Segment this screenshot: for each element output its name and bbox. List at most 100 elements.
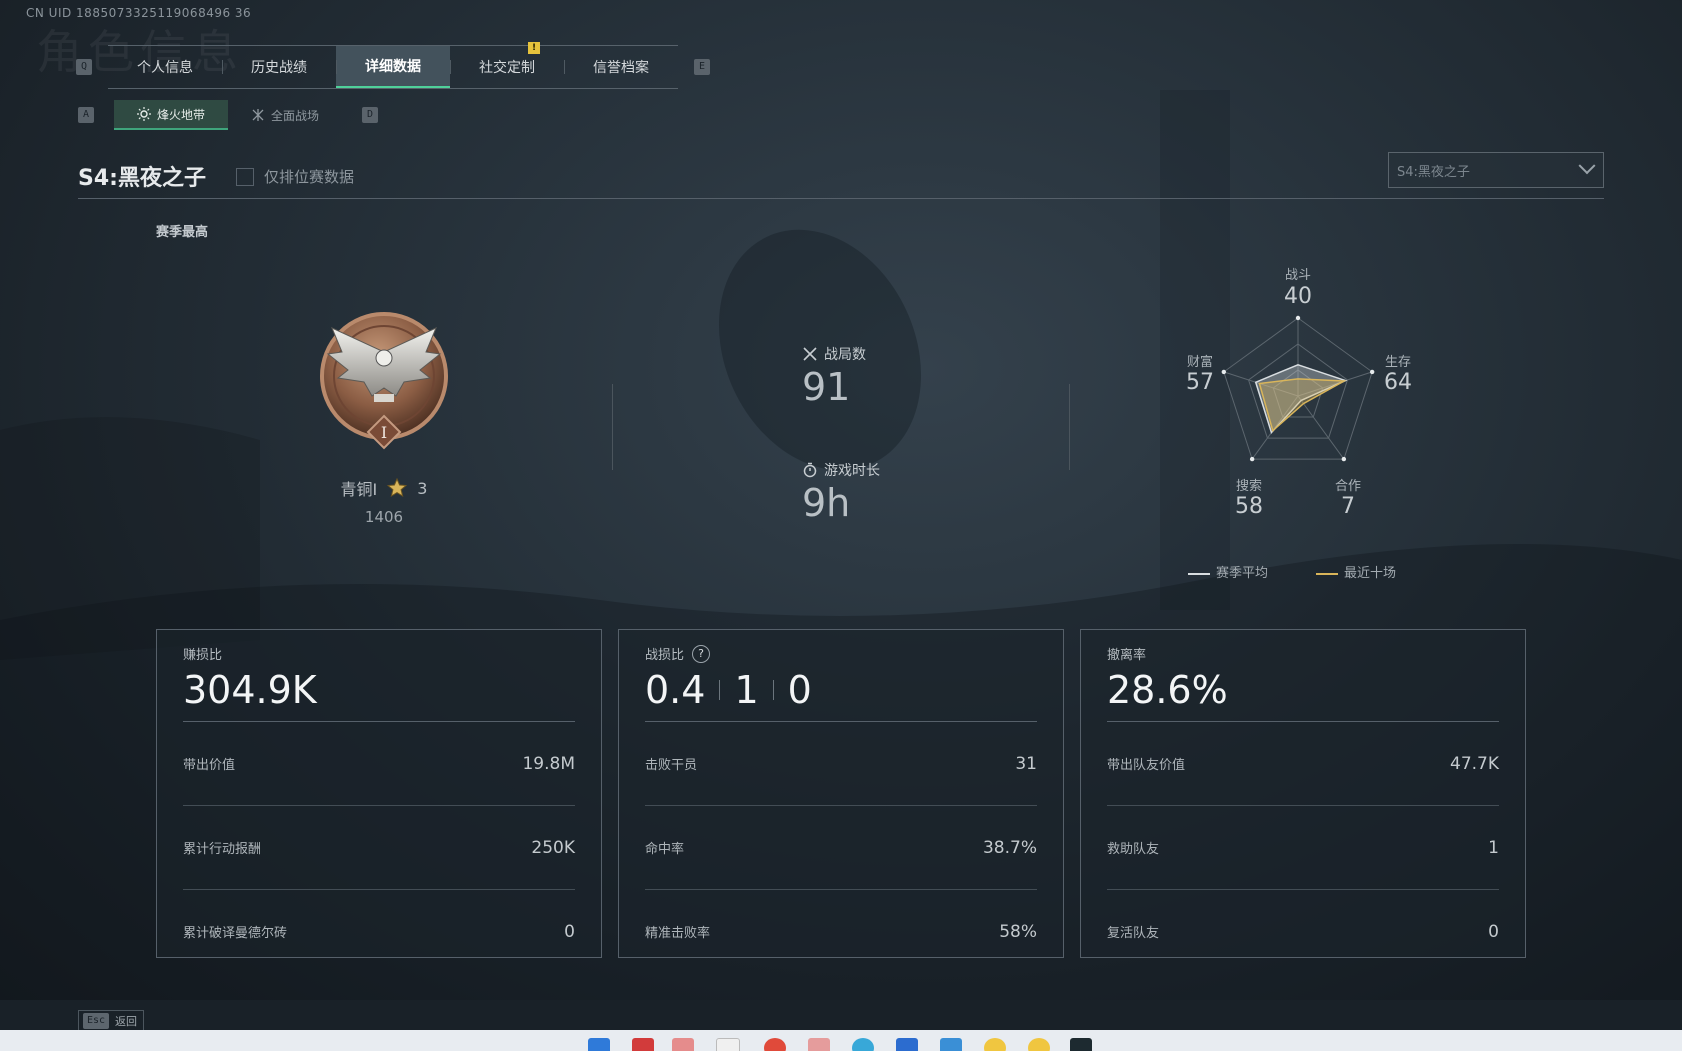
ranked-only-checkbox[interactable] bbox=[236, 167, 254, 186]
divider bbox=[1069, 384, 1070, 470]
tab-label: 历史战绩 bbox=[251, 60, 307, 76]
tab-match-history[interactable]: 历史战绩 bbox=[222, 46, 336, 88]
rank-name-row: 青铜I 3 bbox=[300, 476, 468, 500]
divider bbox=[772, 680, 774, 700]
radar-axis-dot bbox=[1341, 456, 1347, 462]
crossed-arrows-icon bbox=[252, 109, 264, 121]
radar-axis-value: 58 bbox=[1235, 494, 1263, 519]
mode-label: 烽火地带 bbox=[156, 107, 205, 122]
profit-loss-card: 赚损比 304.9K 带出价值 19.8M 累计行动报酬 250K 累计破译曼德尔砖… bbox=[156, 629, 602, 958]
kd-part: 1 bbox=[734, 668, 759, 712]
sun-icon bbox=[136, 107, 151, 121]
ranked-only-label: 仅排位赛数据 bbox=[264, 168, 355, 186]
start-menu-icon[interactable] bbox=[588, 1038, 610, 1051]
radar-axis-label: 财富 bbox=[1186, 355, 1213, 370]
card-main-value: 304.9K bbox=[183, 668, 317, 712]
row-label: 带出价值 bbox=[183, 758, 236, 773]
row-value: 0 bbox=[1488, 921, 1499, 942]
stopwatch-icon bbox=[803, 462, 817, 478]
card-row: 命中率 38.7% bbox=[645, 806, 1037, 890]
legend-label: 赛季平均 bbox=[1216, 566, 1269, 581]
card-title: 撤离率 bbox=[1107, 648, 1147, 663]
row-value: 19.8M bbox=[522, 753, 575, 774]
rank-block: I 青铜I 3 1406 bbox=[300, 308, 468, 526]
tab-mode-extraction[interactable]: 烽火地带 bbox=[114, 100, 228, 130]
kd-ratio-card: 战损比 ? 0.4 1 0 击败干员 31 命中率 38.7% 精准击败率 58% bbox=[618, 629, 1064, 958]
stat-cards: 赚损比 304.9K 带出价值 19.8M 累计行动报酬 250K 累计破译曼德尔砖… bbox=[156, 629, 1526, 958]
browser-icon[interactable] bbox=[764, 1038, 786, 1051]
season-high-label: 赛季最高 bbox=[156, 225, 209, 240]
card-main-value: 0.4 1 0 bbox=[645, 667, 1037, 713]
tab-mode-warfare[interactable]: 全面战场 bbox=[228, 100, 342, 130]
app-icon[interactable] bbox=[716, 1038, 740, 1051]
card-row: 累计破译曼德尔砖 0 bbox=[183, 890, 575, 973]
app-icon[interactable] bbox=[940, 1038, 962, 1051]
help-icon[interactable]: ? bbox=[692, 644, 711, 663]
row-value: 58% bbox=[999, 921, 1037, 942]
app-icon[interactable] bbox=[808, 1038, 830, 1051]
divider bbox=[612, 384, 613, 470]
radar-series-recent-ten bbox=[1258, 378, 1347, 433]
tab-detailed-data[interactable]: 详细数据 bbox=[336, 46, 450, 88]
chevron-down-icon bbox=[1578, 157, 1596, 175]
season-header: S4:黑夜之子 仅排位赛数据 S4:黑夜之子 bbox=[78, 152, 1604, 199]
radar-axis-dot bbox=[1295, 315, 1301, 321]
card-row: 带出队友价值 47.7K bbox=[1107, 722, 1499, 806]
radar-axis-label: 战斗 bbox=[1284, 268, 1311, 283]
row-value: 47.7K bbox=[1450, 753, 1499, 774]
app-icon[interactable] bbox=[984, 1038, 1006, 1051]
kd-part: 0 bbox=[787, 668, 812, 712]
extraction-rate-card: 撤离率 28.6% 带出队友价值 47.7K 救助队友 1 复活队友 0 bbox=[1080, 629, 1526, 958]
tab-label: 社交定制 bbox=[479, 60, 535, 76]
card-title: 赚损比 bbox=[183, 648, 223, 663]
star-icon bbox=[387, 478, 408, 498]
row-label: 带出队友价值 bbox=[1107, 758, 1186, 773]
app-icon[interactable] bbox=[672, 1038, 694, 1051]
rank-score: 1406 bbox=[364, 508, 404, 526]
back-button[interactable]: Esc 返回 bbox=[78, 1010, 144, 1032]
playtime-value: 9h bbox=[802, 481, 851, 525]
tab-label: 个人信息 bbox=[137, 60, 193, 76]
radar-axis-dot bbox=[1249, 456, 1255, 462]
browser-icon[interactable] bbox=[852, 1038, 874, 1051]
back-label: 返回 bbox=[115, 1015, 137, 1028]
matches-value: 91 bbox=[802, 365, 851, 409]
app-icon[interactable] bbox=[632, 1038, 654, 1051]
esc-key: Esc bbox=[83, 1013, 109, 1029]
main-tabs: 个人信息 历史战绩 详细数据 社交定制! 信誉档案 bbox=[108, 42, 678, 89]
rank-name: 青铜I bbox=[340, 480, 378, 499]
tab-label: 详细数据 bbox=[365, 59, 421, 75]
season-dropdown[interactable]: S4:黑夜之子 bbox=[1388, 152, 1604, 188]
card-title: 战损比 bbox=[645, 648, 685, 663]
matches-stat: 战局数 91 bbox=[802, 344, 866, 406]
app-icon[interactable] bbox=[896, 1038, 918, 1051]
row-label: 击败干员 bbox=[645, 758, 698, 773]
row-label: 累计破译曼德尔砖 bbox=[183, 926, 288, 941]
row-label: 复活队友 bbox=[1107, 926, 1160, 941]
rank-stars: 3 bbox=[417, 478, 428, 498]
radar-axis-label: 生存 bbox=[1384, 355, 1411, 370]
next-mode-key[interactable]: D bbox=[362, 107, 378, 123]
game-app-icon[interactable] bbox=[1070, 1038, 1092, 1051]
row-label: 精准击败率 bbox=[645, 926, 711, 941]
card-row: 救助队友 1 bbox=[1107, 806, 1499, 890]
ranked-only-toggle[interactable]: 仅排位赛数据 bbox=[236, 166, 354, 187]
radar-axis-value: 7 bbox=[1341, 494, 1355, 519]
mode-label: 全面战场 bbox=[270, 108, 319, 123]
row-label: 命中率 bbox=[645, 842, 685, 857]
radar-spoke bbox=[1297, 395, 1345, 460]
os-taskbar bbox=[0, 1030, 1682, 1051]
next-tab-key[interactable]: E bbox=[694, 59, 710, 75]
radar-axis-label: 搜索 bbox=[1235, 479, 1262, 494]
prev-tab-key[interactable]: Q bbox=[76, 59, 92, 75]
divider bbox=[719, 680, 721, 700]
app-icon[interactable] bbox=[1028, 1038, 1050, 1051]
tab-social-custom[interactable]: 社交定制! bbox=[450, 42, 564, 88]
mode-tab-bar: A 烽火地带 全面战场 D bbox=[78, 100, 378, 130]
tab-personal-info[interactable]: 个人信息 bbox=[108, 46, 222, 88]
card-row: 复活队友 0 bbox=[1107, 890, 1499, 973]
prev-mode-key[interactable]: A bbox=[78, 107, 94, 123]
tab-credit-profile[interactable]: 信誉档案 bbox=[564, 46, 678, 88]
crossed-swords-icon bbox=[803, 347, 817, 361]
season-title: S4:黑夜之子 bbox=[78, 166, 206, 191]
